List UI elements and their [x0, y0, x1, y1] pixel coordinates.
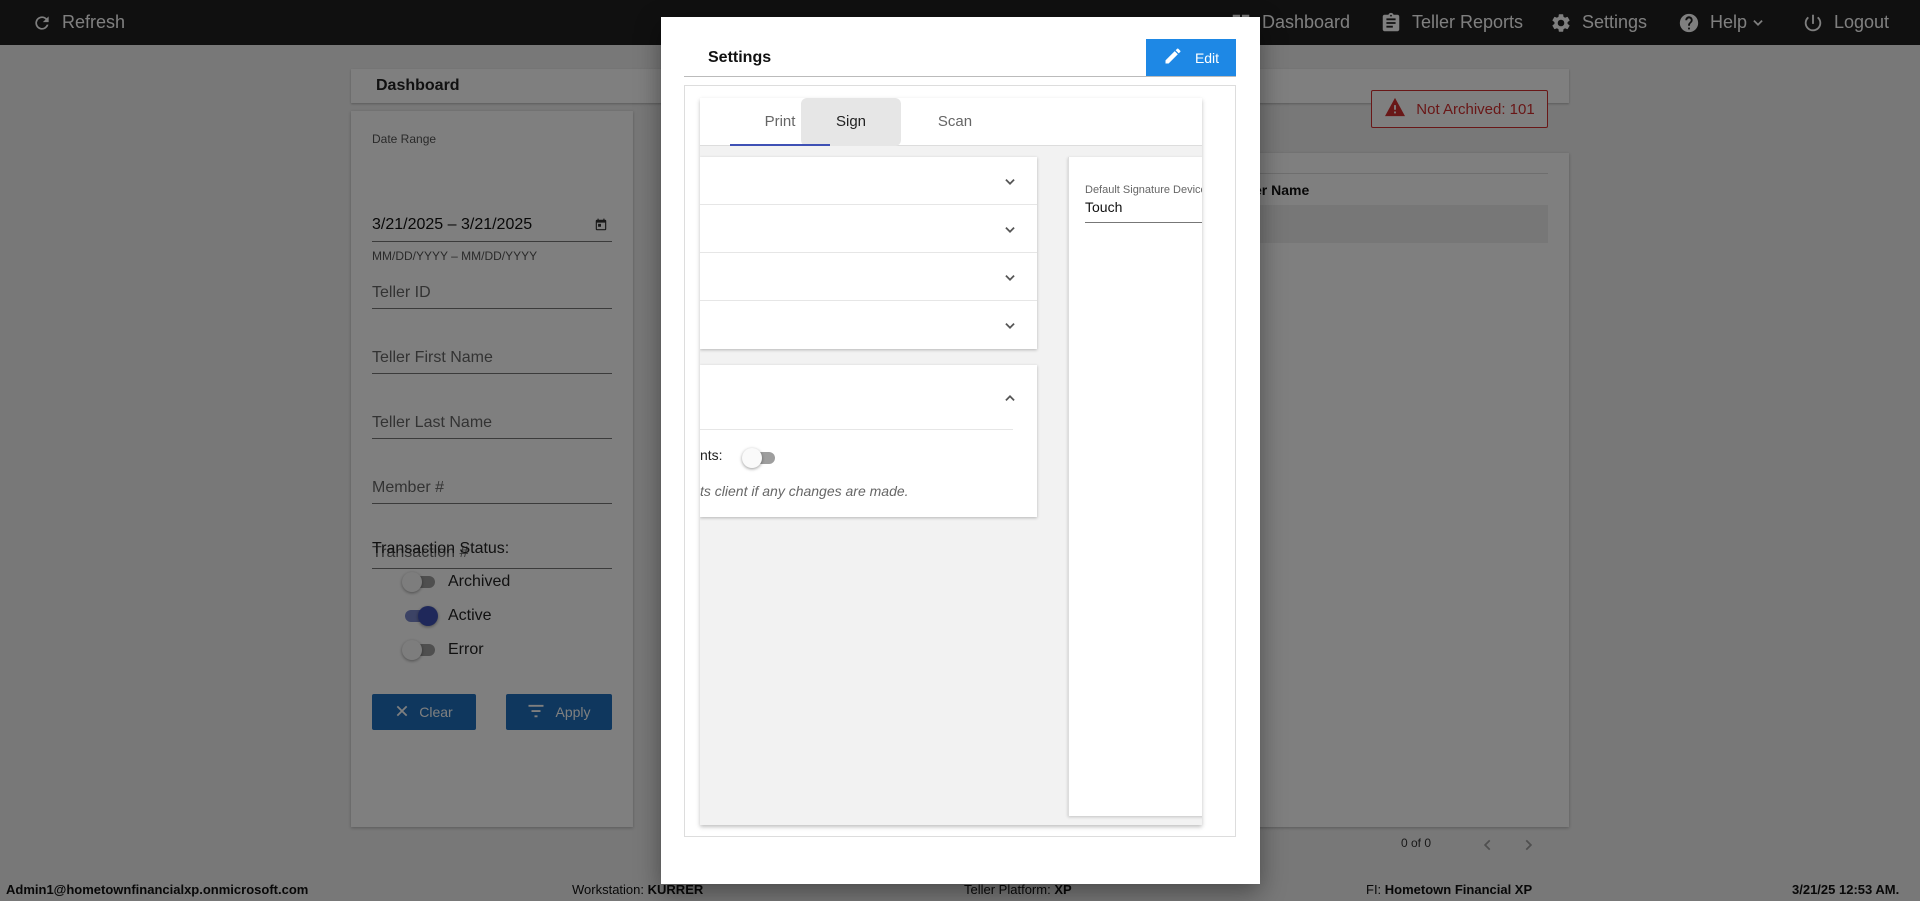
settings-content: Print Sign Scan nts: ts client if any ch…: [700, 98, 1202, 825]
edit-button[interactable]: Edit: [1146, 39, 1236, 76]
chevron-up-icon: [1003, 391, 1017, 410]
expanded-accordion: nts: ts client if any changes are made.: [700, 365, 1037, 517]
setting-toggle-label: nts:: [700, 447, 723, 463]
chevron-down-icon: [1003, 319, 1017, 338]
tab-indicator: [730, 144, 830, 146]
default-signature-device-value: Touch: [1085, 199, 1123, 215]
restart-note: ts client if any changes are made.: [700, 483, 909, 499]
signature-device-panel: Default Signature Device Touch: [1068, 157, 1202, 816]
edit-label: Edit: [1194, 49, 1220, 66]
accordion-item[interactable]: [700, 205, 1037, 253]
tab-sign[interactable]: Sign: [801, 98, 901, 146]
settings-tabs: Print Sign Scan: [700, 98, 1202, 146]
tab-scan[interactable]: Scan: [905, 98, 1005, 146]
accordion-item[interactable]: [700, 253, 1037, 301]
chevron-down-icon: [1003, 175, 1017, 194]
accordion-item[interactable]: [700, 157, 1037, 205]
pencil-icon: [1163, 46, 1183, 69]
accordion-header[interactable]: [700, 365, 1015, 430]
accordion-group: [700, 157, 1037, 349]
default-signature-device-select[interactable]: Touch: [1085, 199, 1202, 223]
setting-toggle[interactable]: [742, 448, 778, 468]
chevron-down-icon: [1003, 223, 1017, 242]
settings-dialog: Settings Edit Print Sign Scan nts: ts cl…: [661, 17, 1260, 884]
chevron-down-icon: [1003, 271, 1017, 290]
dialog-header: Settings Edit: [684, 39, 1236, 77]
dialog-body: Print Sign Scan nts: ts client if any ch…: [684, 85, 1236, 837]
dialog-title: Settings: [708, 49, 772, 66]
default-signature-device-label: Default Signature Device: [1085, 184, 1202, 196]
accordion-item[interactable]: [700, 301, 1037, 349]
